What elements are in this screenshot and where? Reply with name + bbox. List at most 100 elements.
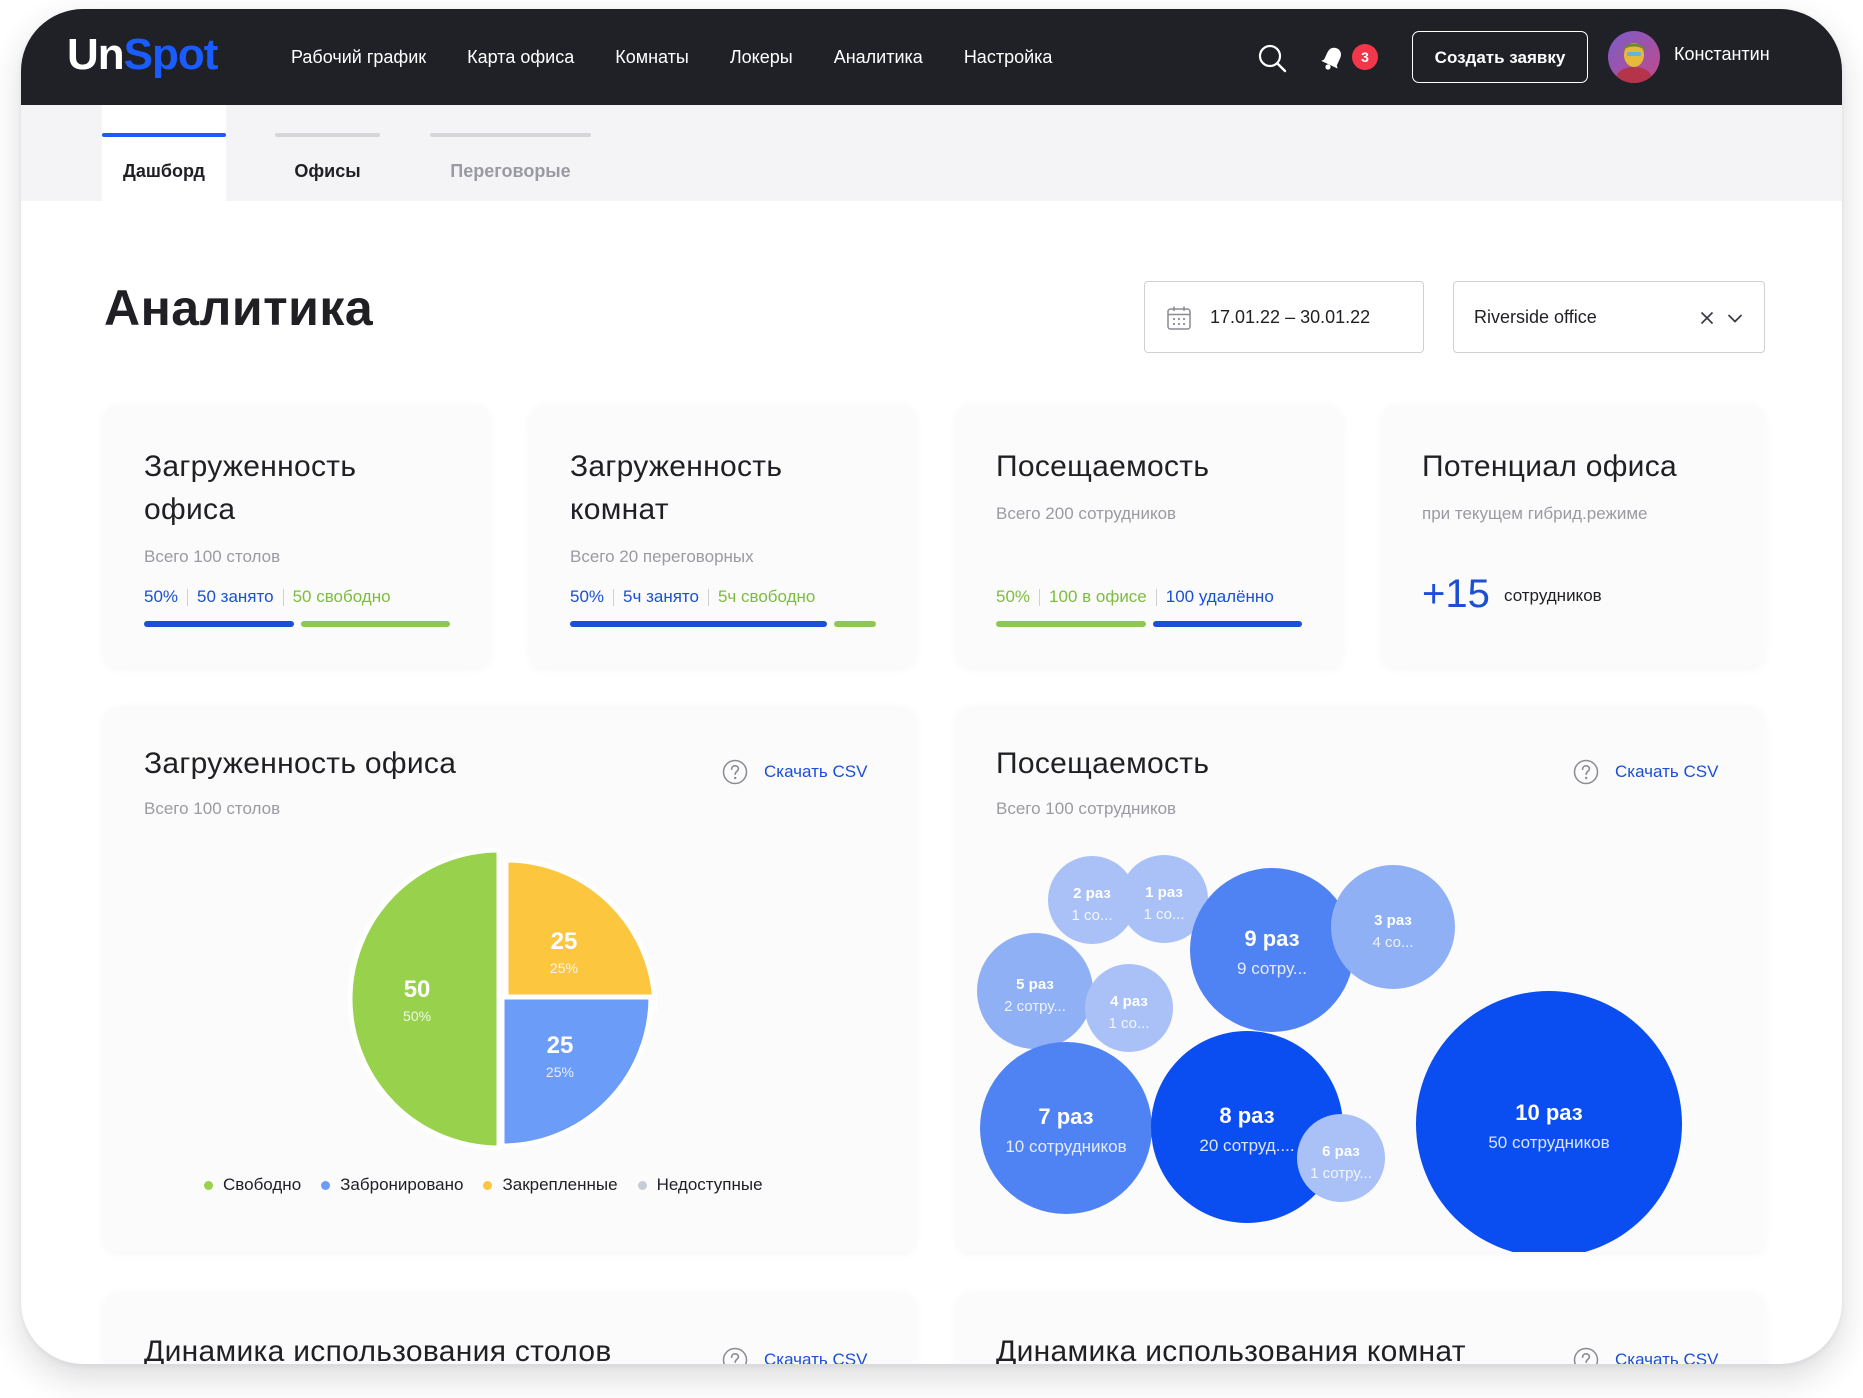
unspot-logo[interactable]: UnSpot xyxy=(67,25,218,85)
kpi-remote: 100 удалённо xyxy=(1165,587,1274,606)
kpi-free: 5ч свободно xyxy=(717,587,816,606)
office-select[interactable]: Riverside office xyxy=(1453,281,1765,353)
kpi-card-potential: Потенциал офиса при текущем гибрид.режим… xyxy=(1382,405,1765,667)
kpi-stats: 50% 5ч занято 5ч свободно xyxy=(570,587,815,607)
kpi-card-attendance: Посещаемость Всего 200 сотрудников 50% 1… xyxy=(956,405,1342,667)
page-title: Аналитика xyxy=(104,280,374,336)
bubble-sub-label: 1 со... xyxy=(1108,1015,1149,1032)
kpi-stats: 50% 50 занято 50 свободно xyxy=(144,587,391,607)
legend-item-free: Свободно xyxy=(204,1175,301,1195)
download-csv-link[interactable]: Скачать CSV xyxy=(1615,1350,1718,1364)
nav-item-rooms[interactable]: Комнаты xyxy=(615,47,689,68)
bubble-sub-label: 1 со... xyxy=(1143,906,1184,923)
legend-item-booked: Забронировано xyxy=(321,1175,463,1195)
kpi-busy: 5ч занято xyxy=(623,587,699,606)
tab-indicator xyxy=(430,133,591,137)
kpi-card-rooms-load: Загруженность комнат Всего 20 переговорн… xyxy=(530,405,916,667)
nav-item-office-map[interactable]: Карта офиса xyxy=(467,47,574,68)
sub-navigation-tabs: Дашборд Офисы Переговорые xyxy=(21,105,1842,201)
bubble-label: 5 раз xyxy=(1016,976,1054,993)
pie-value-label: 25 xyxy=(551,928,578,955)
progress-bar-free xyxy=(834,621,876,627)
top-navigation-bar: UnSpot Рабочий график Карта офиса Комнат… xyxy=(21,9,1842,105)
bubble-chart: 2 раз 1 со... 1 раз 1 со... 9 раз 9 сотру... 3… xyxy=(977,855,1682,1252)
pie-legend: Свободно Забронировано Закрепленные Недо… xyxy=(204,1175,783,1195)
kpi-subtitle: Всего 100 столов xyxy=(144,547,281,566)
divider xyxy=(613,588,615,606)
kpi-busy: 50 занято xyxy=(197,587,274,606)
legend-dot xyxy=(321,1180,331,1190)
nav-item-settings[interactable]: Настройка xyxy=(964,47,1053,68)
kpi-percent: 50% xyxy=(996,587,1031,606)
kpi-title: Потенциал офиса xyxy=(1422,450,1678,483)
pie-percent-label: 50% xyxy=(403,1008,431,1024)
bubble-sub-label: 9 сотру... xyxy=(1237,959,1307,978)
bubble-label: 2 раз xyxy=(1073,885,1111,902)
kpi-subtitle: Всего 20 переговорных xyxy=(570,547,754,566)
nav-item-work-schedule[interactable]: Рабочий график xyxy=(291,47,426,68)
kpi-card-office-load: Загруженность офиса Всего 100 столов 50%… xyxy=(104,405,490,667)
tab-offices[interactable]: Офисы xyxy=(275,105,380,201)
bubble-label: 3 раз xyxy=(1374,912,1412,929)
progress-bar-remote xyxy=(1153,621,1302,627)
bell-icon[interactable] xyxy=(1317,41,1349,73)
kpi-percent: 50% xyxy=(570,587,605,606)
kpi-free: 50 свободно xyxy=(292,587,391,606)
bubble-label: 1 раз xyxy=(1145,884,1183,901)
legend-item-fixed: Закрепленные xyxy=(483,1175,618,1195)
pie-value-label: 50 xyxy=(404,976,431,1003)
divider xyxy=(1155,588,1157,606)
pie-slice-fixed[interactable] xyxy=(503,857,658,1012)
user-name[interactable]: Константин xyxy=(1674,44,1770,65)
tab-dashboard[interactable]: Дашборд xyxy=(102,105,226,201)
kpi-title: Загруженность офиса xyxy=(144,450,357,526)
pie-value-label: 25 xyxy=(547,1032,574,1059)
date-range-value: 17.01.22 – 30.01.22 xyxy=(1210,307,1371,327)
chart-title: Динамика использования комнат xyxy=(996,1335,1466,1364)
user-avatar[interactable] xyxy=(1608,31,1660,83)
kpi-subtitle: Всего 200 сотрудников xyxy=(996,504,1177,523)
kpi-stats: 50% 100 в офисе 100 удалённо xyxy=(996,587,1274,607)
pie-slice-booked[interactable] xyxy=(499,994,654,1149)
main-nav: Рабочий график Карта офиса Комнаты Локер… xyxy=(291,9,1093,105)
chart-card-desk-dynamics: Динамика использования столов Скачать CS… xyxy=(104,1292,916,1364)
notification-count-badge: 3 xyxy=(1352,44,1378,70)
avatar-image xyxy=(1608,31,1660,83)
bubble-sub-label: 4 со... xyxy=(1372,934,1413,951)
help-icon[interactable] xyxy=(722,1347,748,1364)
help-icon[interactable] xyxy=(1573,1347,1599,1364)
tab-indicator xyxy=(275,133,380,137)
potential-value: +15 xyxy=(1422,572,1490,616)
chart-card-attendance: Посещаемость Всего 100 сотрудников Скача… xyxy=(956,707,1765,1252)
kpi-title: Загруженность комнат xyxy=(570,450,783,526)
legend-item-unavailable: Недоступные xyxy=(637,1175,763,1195)
kpi-percent: 50% xyxy=(144,587,179,606)
kpi-title: Посещаемость xyxy=(996,450,1210,483)
search-icon[interactable] xyxy=(1257,43,1287,73)
app-window: UnSpot Рабочий график Карта офиса Комнат… xyxy=(21,9,1842,1364)
bubble-sub-label: 50 сотрудников xyxy=(1488,1133,1609,1152)
download-csv-link[interactable]: Скачать CSV xyxy=(764,1350,867,1364)
bubble-label: 8 раз xyxy=(1219,1103,1274,1128)
clear-icon[interactable] xyxy=(1698,309,1716,327)
bubble-sub-label: 1 со... xyxy=(1071,907,1112,924)
pie-chart: 25 25% 25 25% 50 50% xyxy=(347,847,658,1151)
progress-bar-in-office xyxy=(996,621,1146,627)
progress-bar-free xyxy=(301,621,450,627)
nav-item-lockers[interactable]: Локеры xyxy=(730,47,793,68)
nav-item-analytics[interactable]: Аналитика xyxy=(834,47,923,68)
bubble-label: 6 раз xyxy=(1322,1143,1360,1160)
kpi-subtitle: при текущем гибрид.режиме xyxy=(1422,504,1648,523)
divider xyxy=(187,588,189,606)
calendar-icon xyxy=(1167,306,1191,330)
tab-indicator xyxy=(102,133,226,137)
bubble-sub-label: 20 сотруд.... xyxy=(1199,1136,1294,1155)
create-request-button[interactable]: Создать заявку xyxy=(1412,31,1588,83)
date-range-picker[interactable]: 17.01.22 – 30.01.22 xyxy=(1144,281,1424,353)
chart-title: Динамика использования столов xyxy=(144,1335,612,1364)
tab-meeting-rooms[interactable]: Переговорые xyxy=(430,105,591,201)
chevron-down-icon[interactable] xyxy=(1726,309,1744,327)
bubble-label: 7 раз xyxy=(1038,1104,1093,1129)
progress-bar-busy xyxy=(570,621,827,627)
bubble-label: 4 раз xyxy=(1110,993,1148,1010)
